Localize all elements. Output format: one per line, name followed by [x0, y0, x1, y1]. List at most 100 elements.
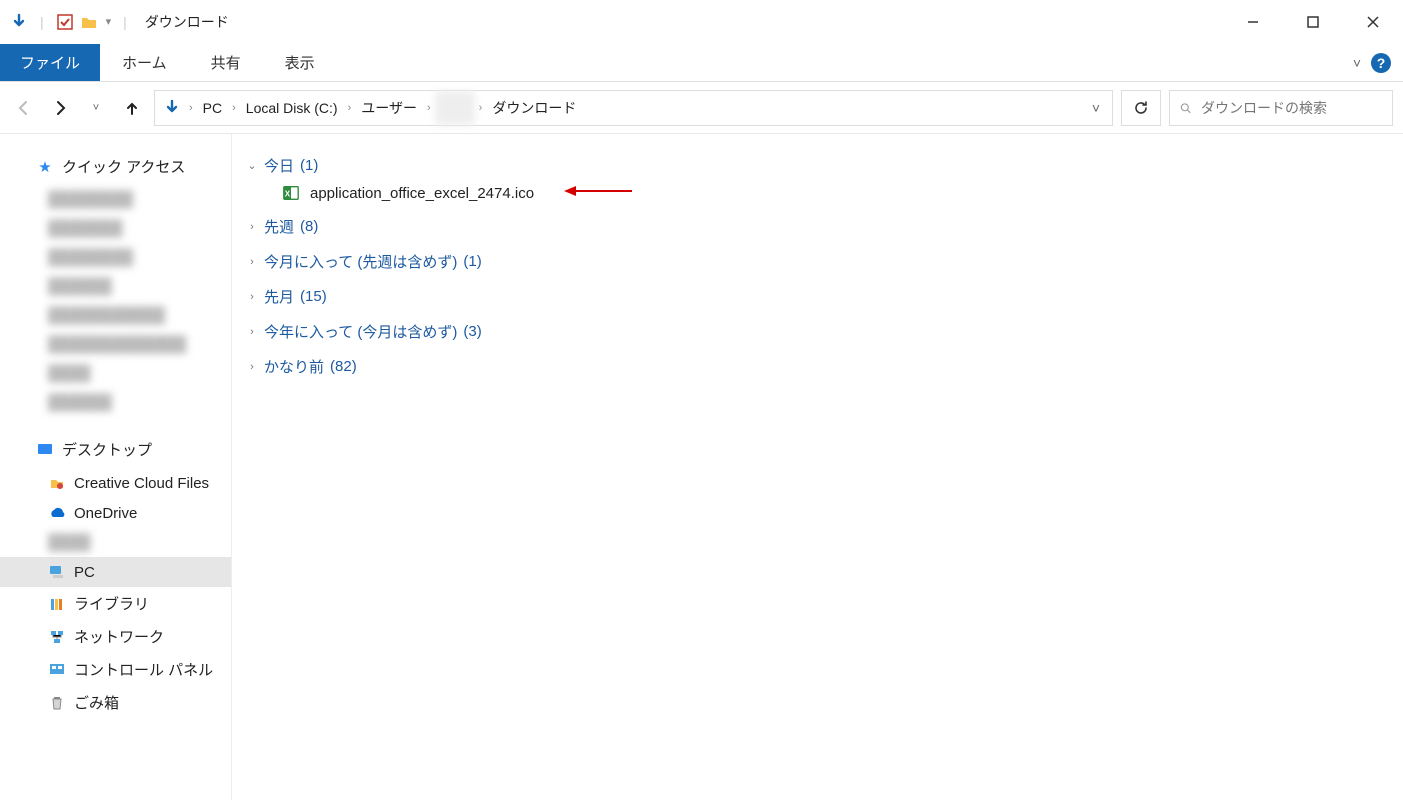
- search-box[interactable]: [1169, 90, 1393, 126]
- group-count: (1): [463, 253, 481, 270]
- breadcrumb-downloads[interactable]: ダウンロード: [486, 91, 582, 125]
- file-list: ⌄ 今日 (1) X application_office_excel_2474…: [232, 134, 1403, 800]
- group-header[interactable]: › 今月に入って (先週は含めず) (1): [242, 247, 1387, 276]
- breadcrumb-localdisk[interactable]: Local Disk (C:): [240, 91, 344, 125]
- navigation-bar: ˅ › PC › Local Disk (C:) › ユーザー › › ダウンロ…: [0, 82, 1403, 134]
- group-name: 先週: [264, 216, 294, 237]
- sidebar-item-libraries[interactable]: ライブラリ: [0, 587, 231, 620]
- back-button[interactable]: [10, 94, 38, 122]
- recent-dropdown-icon[interactable]: ˅: [82, 94, 110, 122]
- separator: |: [123, 14, 127, 30]
- folder-icon[interactable]: [80, 13, 98, 31]
- chevron-right-icon: ›: [246, 221, 258, 233]
- desktop-icon: [36, 441, 54, 459]
- chevron-right-icon[interactable]: ›: [230, 102, 238, 114]
- sidebar-item-creative-cloud[interactable]: Creative Cloud Files: [0, 468, 231, 498]
- breadcrumb-users[interactable]: ユーザー: [355, 91, 423, 125]
- chevron-right-icon: ›: [246, 326, 258, 338]
- forward-button[interactable]: [46, 94, 74, 122]
- creative-cloud-icon: [48, 474, 66, 492]
- search-icon: [1180, 100, 1191, 116]
- separator: |: [40, 14, 44, 30]
- ribbon-collapse-icon[interactable]: ˅: [1353, 55, 1361, 71]
- group-a-long-time-ago: › かなり前 (82): [242, 349, 1387, 384]
- sidebar-item-blurred[interactable]: ███████: [0, 214, 231, 243]
- chevron-right-icon[interactable]: ›: [187, 102, 195, 114]
- sidebar-item-blurred[interactable]: █████████████: [0, 330, 231, 359]
- minimize-button[interactable]: [1223, 0, 1283, 44]
- sidebar-item-blurred[interactable]: ████████: [0, 243, 231, 272]
- group-header[interactable]: › 先月 (15): [242, 282, 1387, 311]
- checkbox-icon[interactable]: [56, 13, 74, 31]
- file-item[interactable]: X application_office_excel_2474.ico: [242, 180, 1387, 206]
- search-input[interactable]: [1201, 100, 1382, 116]
- chevron-right-icon[interactable]: ›: [477, 102, 485, 114]
- sidebar-quick-access[interactable]: ★ クイック アクセス: [0, 152, 231, 185]
- sidebar-item-blurred[interactable]: ████: [0, 359, 231, 388]
- chevron-right-icon: ›: [246, 256, 258, 268]
- sidebar-item-onedrive[interactable]: OneDrive: [0, 498, 231, 528]
- breadcrumb-pc[interactable]: PC: [197, 91, 228, 125]
- group-header[interactable]: › 先週 (8): [242, 212, 1387, 241]
- file-tab[interactable]: ファイル: [0, 44, 100, 81]
- pc-icon: [48, 563, 66, 581]
- group-last-month: › 先月 (15): [242, 279, 1387, 314]
- tab-view[interactable]: 表示: [263, 44, 337, 81]
- group-header[interactable]: › 今年に入って (今月は含めず) (3): [242, 317, 1387, 346]
- tab-home[interactable]: ホーム: [100, 44, 189, 81]
- sidebar-item-blurred[interactable]: ████████: [0, 185, 231, 214]
- close-button[interactable]: [1343, 0, 1403, 44]
- sidebar-desktop[interactable]: デスクトップ: [0, 435, 231, 468]
- libraries-icon: [48, 595, 66, 613]
- sidebar-item-pc[interactable]: PC: [0, 557, 231, 587]
- sidebar-label: PC: [74, 564, 95, 581]
- group-name: 今日: [264, 155, 294, 176]
- sidebar-label: コントロール パネル: [74, 659, 213, 680]
- sidebar-label: デスクトップ: [62, 439, 152, 460]
- breadcrumb-user[interactable]: [435, 91, 475, 125]
- svg-text:X: X: [285, 190, 291, 199]
- group-last-week: › 先週 (8): [242, 209, 1387, 244]
- refresh-button[interactable]: [1121, 90, 1161, 126]
- group-earlier-this-year: › 今年に入って (今月は含めず) (3): [242, 314, 1387, 349]
- up-button[interactable]: [118, 94, 146, 122]
- chevron-right-icon: ›: [246, 361, 258, 373]
- sidebar-item-blurred[interactable]: ████: [0, 528, 231, 557]
- group-name: かなり前: [264, 356, 324, 377]
- address-bar[interactable]: › PC › Local Disk (C:) › ユーザー › › ダウンロード…: [154, 90, 1113, 126]
- sidebar-label: ライブラリ: [74, 593, 149, 614]
- sidebar-label: ネットワーク: [74, 626, 164, 647]
- qa-dropdown-icon[interactable]: ▾: [104, 15, 112, 28]
- maximize-button[interactable]: [1283, 0, 1343, 44]
- group-name: 先月: [264, 286, 294, 307]
- help-icon[interactable]: ?: [1371, 53, 1391, 73]
- recycle-bin-icon: [48, 694, 66, 712]
- sidebar-item-blurred[interactable]: ███████████: [0, 301, 231, 330]
- group-earlier-this-month: › 今月に入って (先週は含めず) (1): [242, 244, 1387, 279]
- group-name: 今月に入って (先週は含めず): [264, 251, 457, 272]
- group-count: (15): [300, 288, 327, 305]
- star-icon: ★: [36, 158, 54, 176]
- tab-share[interactable]: 共有: [189, 44, 263, 81]
- sidebar-item-blurred[interactable]: ██████: [0, 388, 231, 417]
- group-today: ⌄ 今日 (1) X application_office_excel_2474…: [242, 148, 1387, 209]
- sidebar-item-network[interactable]: ネットワーク: [0, 620, 231, 653]
- download-arrow-icon: [10, 13, 28, 31]
- navigation-pane: ★ クイック アクセス ████████ ███████ ████████ ██…: [0, 134, 232, 800]
- sidebar-item-recycle-bin[interactable]: ごみ箱: [0, 686, 231, 719]
- sidebar-label: クイック アクセス: [62, 156, 185, 177]
- sidebar-item-control-panel[interactable]: コントロール パネル: [0, 653, 231, 686]
- ribbon: ファイル ホーム 共有 表示 ˅ ?: [0, 44, 1403, 82]
- group-count: (1): [300, 157, 318, 174]
- group-header[interactable]: ⌄ 今日 (1): [242, 151, 1387, 180]
- chevron-right-icon[interactable]: ›: [425, 102, 433, 114]
- sidebar-item-blurred[interactable]: ██████: [0, 272, 231, 301]
- chevron-down-icon: ⌄: [246, 159, 258, 172]
- group-header[interactable]: › かなり前 (82): [242, 352, 1387, 381]
- excel-ico-icon: X: [282, 184, 300, 202]
- group-count: (82): [330, 358, 357, 375]
- chevron-right-icon[interactable]: ›: [346, 102, 354, 114]
- onedrive-icon: [48, 504, 66, 522]
- address-dropdown-icon[interactable]: ˅: [1084, 100, 1108, 116]
- group-count: (8): [300, 218, 318, 235]
